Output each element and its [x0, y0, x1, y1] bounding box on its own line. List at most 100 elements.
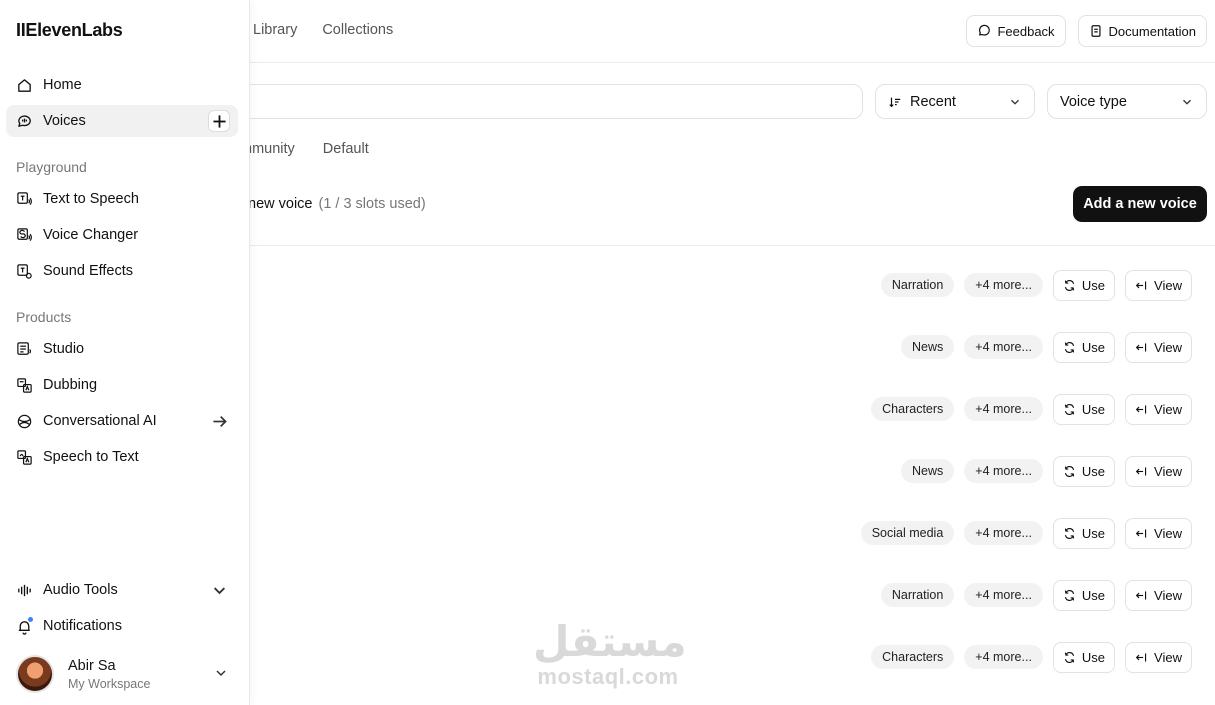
- sidebar-item-sound-effects[interactable]: Sound Effects: [6, 255, 238, 287]
- voice-row: Social media +4 more... Use View: [860, 517, 1192, 549]
- use-button[interactable]: Use: [1052, 269, 1116, 301]
- more-tags[interactable]: +4 more...: [964, 459, 1043, 483]
- sidebar-item-label: Text to Speech: [43, 191, 139, 207]
- arrow-left-bar-icon: [1135, 590, 1147, 600]
- sidebar-item-voices[interactable]: Voices: [6, 105, 238, 137]
- add-voice-button[interactable]: Add a new voice: [1073, 186, 1207, 222]
- sidebar-item-studio[interactable]: Studio: [6, 333, 238, 365]
- voice-tag: Characters: [871, 645, 955, 669]
- voice-tag: Characters: [871, 397, 955, 421]
- use-label: Use: [1081, 401, 1106, 417]
- app-logo[interactable]: IIElevenLabs: [16, 20, 123, 41]
- sidebar-item-home[interactable]: Home: [6, 69, 238, 101]
- sidebar-item-notifications[interactable]: Notifications: [6, 610, 238, 642]
- refresh-icon: [1064, 341, 1075, 353]
- voice-type-value: Voice type: [1060, 93, 1127, 110]
- plus-icon: [212, 114, 226, 128]
- sort-value: Recent: [910, 93, 956, 110]
- view-button[interactable]: View: [1125, 331, 1192, 363]
- use-label: Use: [1081, 339, 1106, 355]
- tab-library[interactable]: Library: [253, 22, 297, 38]
- view-button[interactable]: View: [1125, 455, 1192, 487]
- voice-tag: News: [901, 459, 955, 483]
- watermark: مستقل mostaql.com: [533, 617, 687, 690]
- speech-to-text-icon: [17, 449, 32, 465]
- chat-bubble-icon: [979, 24, 991, 36]
- divider: [250, 245, 1215, 246]
- text-to-speech-icon: [17, 191, 32, 205]
- feedback-label: Feedback: [997, 23, 1055, 39]
- document-icon: [1090, 25, 1101, 37]
- sort-icon: [889, 97, 901, 107]
- use-button[interactable]: Use: [1052, 455, 1116, 487]
- voice-tag: News: [901, 335, 955, 359]
- slot-count: (1 / 3 slots used): [318, 196, 426, 212]
- watermark-latin: mostaql.com: [537, 664, 679, 689]
- add-voice-plus-button[interactable]: [208, 110, 230, 132]
- use-button[interactable]: Use: [1052, 579, 1116, 611]
- sidebar-item-label: Dubbing: [43, 377, 98, 393]
- chevron-down-icon: [1183, 99, 1191, 105]
- voice-changer-icon: [17, 227, 32, 241]
- section-playground: Playground: [16, 159, 87, 175]
- refresh-icon: [1064, 589, 1075, 601]
- watermark-arabic: مستقل: [533, 617, 687, 666]
- feedback-button[interactable]: Feedback: [966, 15, 1066, 47]
- voice-type-dropdown[interactable]: Voice type: [1047, 84, 1207, 119]
- sound-effects-icon: [17, 263, 32, 279]
- more-tags[interactable]: +4 more...: [964, 335, 1043, 359]
- voice-tag: Narration: [880, 583, 955, 607]
- voice-tag: Social media: [860, 521, 955, 545]
- use-button[interactable]: Use: [1052, 331, 1116, 363]
- more-tags[interactable]: +4 more...: [964, 273, 1043, 297]
- view-label: View: [1154, 401, 1182, 417]
- documentation-label: Documentation: [1108, 23, 1196, 39]
- slot-label: new voice: [248, 196, 313, 212]
- chevron-down-icon: [1011, 99, 1019, 105]
- user-menu[interactable]: Abir Sa My Workspace: [16, 655, 236, 695]
- tab-collections[interactable]: Collections: [322, 22, 393, 38]
- search-input[interactable]: [150, 84, 863, 119]
- refresh-icon: [1064, 651, 1075, 663]
- view-label: View: [1154, 649, 1182, 665]
- more-tags[interactable]: +4 more...: [964, 645, 1043, 669]
- sidebar-item-text-to-speech[interactable]: Text to Speech: [6, 183, 238, 215]
- chevron-down-icon: [216, 670, 226, 677]
- refresh-icon: [1064, 279, 1075, 291]
- more-tags[interactable]: +4 more...: [964, 397, 1043, 421]
- view-label: View: [1154, 339, 1182, 355]
- use-label: Use: [1081, 587, 1106, 603]
- sidebar-item-dubbing[interactable]: Dubbing: [6, 369, 238, 401]
- sidebar-item-label: Audio Tools: [43, 582, 118, 598]
- arrow-left-bar-icon: [1135, 466, 1147, 476]
- view-button[interactable]: View: [1125, 641, 1192, 673]
- voice-row: News +4 more... Use View: [901, 331, 1192, 363]
- sidebar-item-speech-to-text[interactable]: Speech to Text: [6, 441, 238, 473]
- use-button[interactable]: Use: [1052, 641, 1116, 673]
- user-workspace: My Workspace: [68, 677, 151, 691]
- tab-default[interactable]: Default: [323, 141, 369, 157]
- more-tags[interactable]: +4 more...: [964, 521, 1043, 545]
- view-button[interactable]: View: [1125, 393, 1192, 425]
- use-button[interactable]: Use: [1052, 517, 1116, 549]
- sidebar-item-audio-tools[interactable]: Audio Tools: [6, 574, 238, 606]
- use-label: Use: [1081, 649, 1106, 665]
- documentation-button[interactable]: Documentation: [1077, 15, 1207, 47]
- view-label: View: [1154, 587, 1182, 603]
- sidebar-item-label: Notifications: [43, 618, 122, 634]
- sidebar-item-label: Voices: [43, 113, 86, 129]
- sort-dropdown[interactable]: Recent: [875, 84, 1035, 119]
- more-tags[interactable]: +4 more...: [964, 583, 1043, 607]
- sidebar: IIElevenLabs Home Voices Playground Text…: [0, 0, 250, 705]
- view-button[interactable]: View: [1125, 579, 1192, 611]
- view-button[interactable]: View: [1125, 269, 1192, 301]
- use-button[interactable]: Use: [1052, 393, 1116, 425]
- section-products: Products: [16, 309, 72, 325]
- sidebar-item-conversational-ai[interactable]: Conversational AI: [6, 405, 238, 437]
- view-button[interactable]: View: [1125, 517, 1192, 549]
- voice-bubble-icon: [18, 115, 31, 127]
- studio-icon: [17, 341, 32, 355]
- sidebar-item-label: Sound Effects: [43, 263, 134, 279]
- voice-row: News +4 more... Use View: [901, 455, 1192, 487]
- sidebar-item-voice-changer[interactable]: Voice Changer: [6, 219, 238, 251]
